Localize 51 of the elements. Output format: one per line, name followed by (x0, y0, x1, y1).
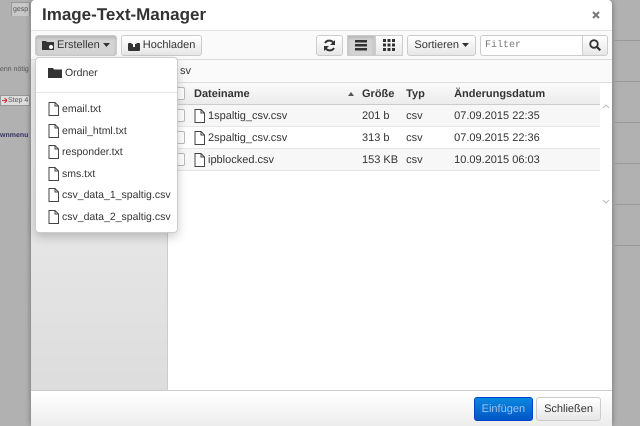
menu-item[interactable]: responder.txt (36, 142, 177, 163)
menu-item[interactable]: csv_data_1_spaltig.csv (36, 184, 177, 206)
search-button[interactable] (582, 34, 608, 56)
file-icon (48, 188, 59, 202)
file-icon (48, 210, 59, 224)
menu-item[interactable]: Ordner (36, 62, 177, 84)
list-icon (355, 39, 368, 51)
sort-button[interactable]: Sortieren (407, 34, 476, 56)
table-cell: csv (402, 148, 450, 170)
filter-field[interactable]: Filter (480, 34, 582, 56)
menu-item[interactable]: email.txt (36, 98, 177, 120)
folder-icon (42, 40, 54, 50)
caret-icon (462, 43, 469, 47)
table-cell: 07.09.2015 22:35 (450, 104, 600, 126)
table-cell: 153 KB (358, 148, 402, 170)
file-icon (48, 102, 59, 116)
file-icon (48, 166, 59, 181)
upload-button[interactable]: Hochladen (120, 34, 202, 56)
table-cell: 10.09.2015 06:03 (450, 148, 600, 170)
breadcrumb[interactable]: sv (180, 65, 191, 77)
file-icon (194, 152, 205, 166)
grid-icon (383, 39, 396, 51)
window-title: Image-Text-Manager (42, 5, 206, 25)
file-icon (194, 108, 205, 122)
column-header[interactable]: Größe (358, 83, 402, 104)
menu-item[interactable]: sms.txt (36, 163, 177, 184)
menu-item[interactable]: email_html.txt (36, 120, 177, 142)
file-icon (194, 130, 205, 144)
menu-item[interactable]: csv_data_2_spaltig.csv (36, 206, 177, 228)
upload-icon (128, 40, 140, 50)
column-header[interactable]: Dateiname (190, 83, 358, 104)
refresh-icon (323, 38, 336, 52)
scrollbar[interactable] (602, 104, 610, 204)
grid-view-button[interactable] (375, 34, 404, 56)
arrow-icon (2, 98, 7, 103)
table-cell: csv (402, 104, 450, 126)
search-icon (589, 39, 601, 51)
column-header[interactable]: Änderungsdatum (450, 83, 600, 104)
sort-arrow-icon (348, 92, 354, 96)
close-button[interactable]: Schließen (536, 396, 601, 420)
close-icon[interactable] (592, 11, 600, 19)
create-button[interactable]: Erstellen (35, 34, 117, 56)
table-cell: 201 b (358, 104, 402, 126)
file-name[interactable]: 2spaltig_csv.csv (208, 132, 288, 144)
file-icon (48, 124, 59, 138)
caret-icon (102, 43, 110, 47)
list-view-button[interactable] (347, 34, 376, 56)
refresh-button[interactable] (316, 34, 344, 56)
column-header[interactable]: Typ (402, 83, 450, 104)
file-icon (48, 145, 59, 160)
folder-icon (48, 67, 62, 78)
